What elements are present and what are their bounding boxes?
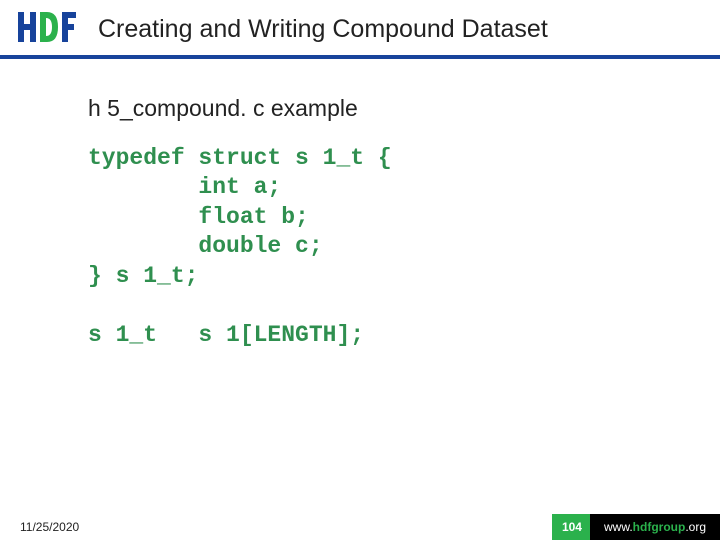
footer-date: 11/25/2020 (0, 520, 552, 534)
slide: Creating and Writing Compound Dataset h … (0, 0, 720, 540)
slide-title: Creating and Writing Compound Dataset (98, 15, 548, 44)
code-block: typedef struct s 1_t { int a; float b; d… (88, 144, 660, 350)
hdf-logo-icon (18, 10, 76, 49)
footer-brand-www: www. (604, 520, 633, 534)
example-filename: h 5_compound. c example (88, 95, 660, 122)
slide-header: Creating and Writing Compound Dataset (0, 0, 720, 55)
slide-body: h 5_compound. c example typedef struct s… (0, 59, 720, 350)
footer-brand-org: .org (685, 520, 706, 534)
footer-brand: www.hdfgroup.org (590, 514, 720, 540)
slide-footer: 11/25/2020 104 www.hdfgroup.org (0, 514, 720, 540)
footer-brand-hdf: hdfgroup (633, 520, 686, 534)
footer-page-number: 104 (552, 514, 590, 540)
